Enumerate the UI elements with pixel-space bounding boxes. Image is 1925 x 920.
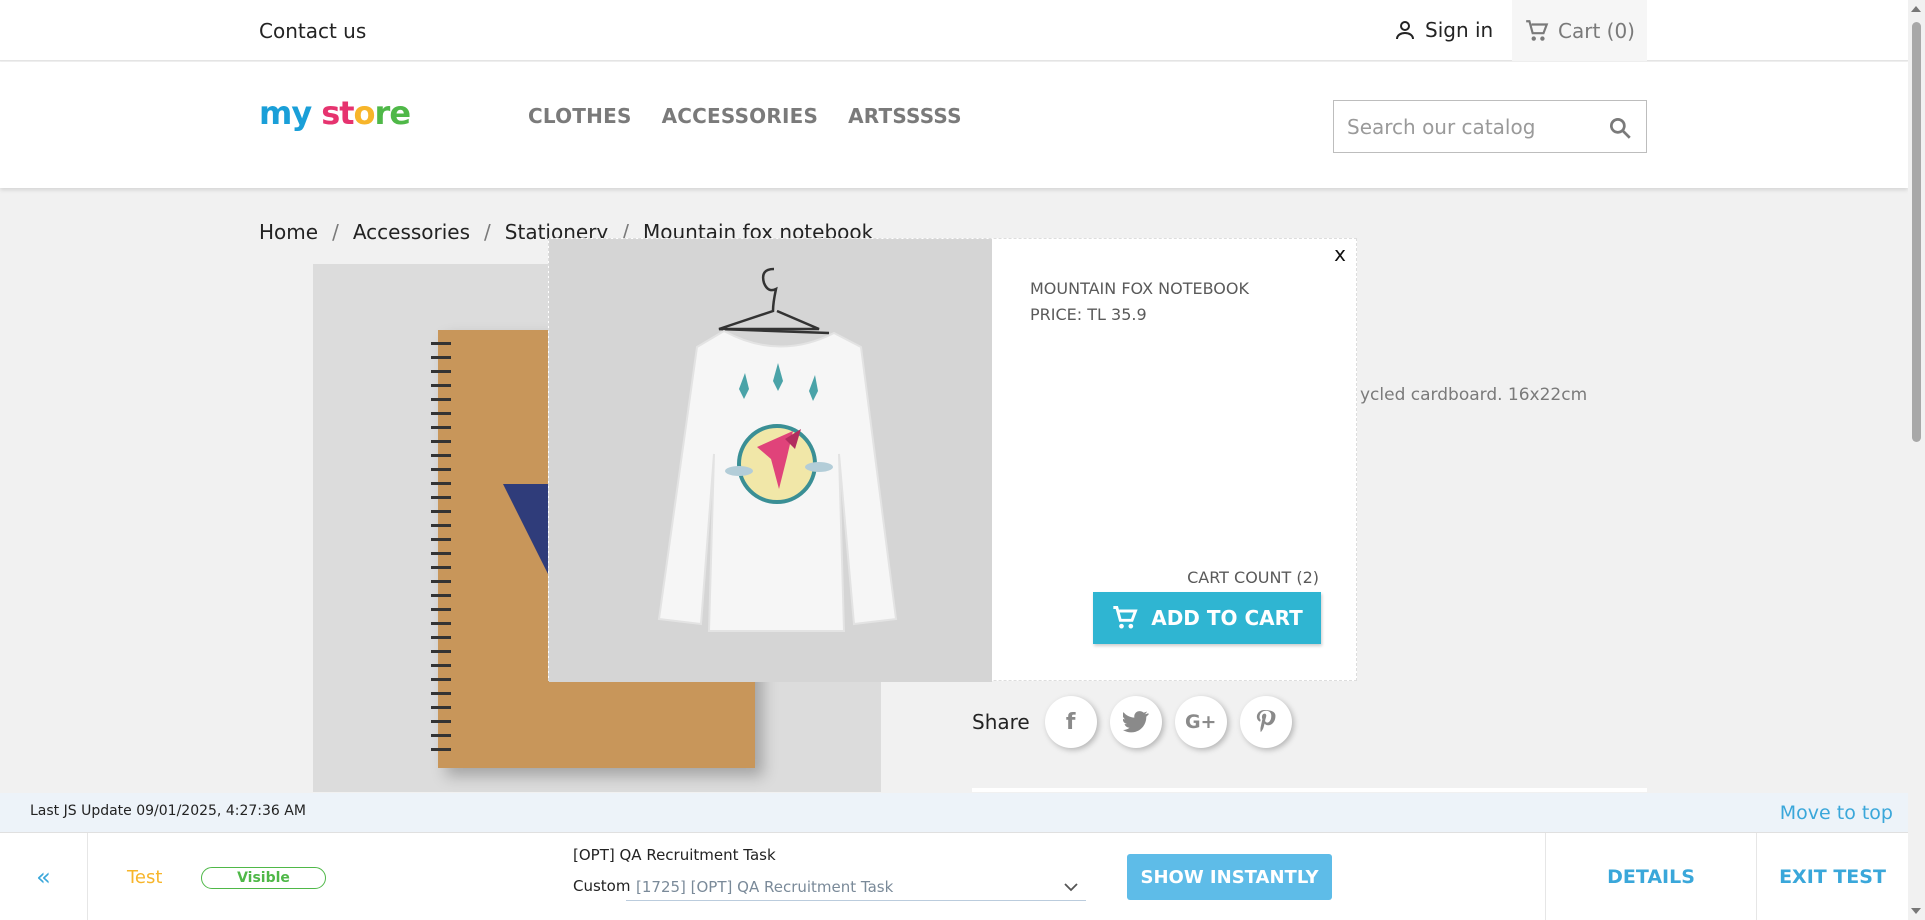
details-button[interactable]: DETAILS xyxy=(1545,833,1757,920)
twitter-icon[interactable] xyxy=(1109,696,1162,748)
modal-product-title: MOUNTAIN FOX NOTEBOOK xyxy=(1030,279,1249,298)
task-select[interactable]: [1725] [OPT] QA Recruitment Task xyxy=(626,873,1086,901)
sign-in-label: Sign in xyxy=(1425,18,1494,42)
product-description: ycled cardboard. 16x22cm xyxy=(1360,385,1588,405)
add-to-cart-label: ADD TO CART xyxy=(1151,606,1303,630)
notebook-spiral xyxy=(431,342,451,762)
nav-item-artsssss[interactable]: ARTSSSSS xyxy=(848,104,962,128)
chevron-down-icon xyxy=(1064,882,1078,891)
modal-product-image xyxy=(549,239,992,682)
modal-cart-count: CART COUNT (2) xyxy=(1187,568,1319,587)
breadcrumb-home[interactable]: Home xyxy=(259,220,318,244)
store-logo[interactable]: my store xyxy=(259,94,411,132)
test-label: Test xyxy=(127,867,163,888)
exit-test-button[interactable]: EXIT TEST xyxy=(1757,833,1908,920)
cart-label: Cart (0) xyxy=(1558,18,1635,43)
search-box xyxy=(1333,100,1647,153)
last-update-text: Last JS Update 09/01/2025, 4:27:36 AM xyxy=(30,803,306,819)
google-plus-icon[interactable]: G+ xyxy=(1174,696,1227,748)
share-section: Share f G+ xyxy=(972,696,1292,748)
add-to-cart-button[interactable]: ADD TO CART xyxy=(1093,592,1321,644)
pinterest-icon[interactable] xyxy=(1239,696,1292,748)
double-chevron-left-icon: « xyxy=(36,863,51,891)
product-divider xyxy=(972,788,1647,792)
modal-product-price: PRICE: TL 35.9 xyxy=(1030,305,1147,324)
tshirt-illustration xyxy=(549,239,992,682)
page-scrollbar[interactable] xyxy=(1908,0,1925,920)
test-toolbar: « Test Visible [OPT] QA Recruitment Task… xyxy=(0,832,1908,920)
scroll-down-arrow[interactable] xyxy=(1911,908,1921,914)
main-nav: CLOTHES ACCESSORIES ARTSSSSS xyxy=(528,104,962,128)
user-icon xyxy=(1396,21,1414,40)
scroll-thumb[interactable] xyxy=(1912,22,1921,442)
cart-button[interactable]: Cart (0) xyxy=(1512,0,1647,61)
facebook-icon[interactable]: f xyxy=(1044,696,1097,748)
search-input[interactable] xyxy=(1334,101,1594,152)
top-bar: Contact us Sign in Cart (0) xyxy=(0,0,1908,61)
modal-close-button[interactable]: x xyxy=(1334,242,1346,266)
search-icon[interactable] xyxy=(1607,115,1633,141)
sign-in-link[interactable]: Sign in xyxy=(1393,18,1493,42)
cart-icon xyxy=(1113,606,1138,629)
breadcrumb-accessories[interactable]: Accessories xyxy=(353,220,470,244)
custom-label: Custom xyxy=(573,877,631,895)
show-instantly-button[interactable]: SHOW INSTANTLY xyxy=(1127,854,1332,900)
site-header: my store CLOTHES ACCESSORIES ARTSSSSS xyxy=(0,62,1908,188)
contact-us-link[interactable]: Contact us xyxy=(259,19,366,43)
scroll-up-arrow[interactable] xyxy=(1911,6,1921,12)
move-to-top-link[interactable]: Move to top xyxy=(1780,802,1893,824)
visible-badge: Visible xyxy=(201,867,326,889)
share-label: Share xyxy=(972,710,1030,734)
nav-item-clothes[interactable]: CLOTHES xyxy=(528,104,632,128)
js-update-bar: Last JS Update 09/01/2025, 4:27:36 AM Mo… xyxy=(0,793,1908,832)
popup-modal: x MOUNTAIN FOX NOTEBOOK PRICE: TL 35.9 C… xyxy=(548,238,1357,682)
task-name: [OPT] QA Recruitment Task xyxy=(573,846,776,864)
collapse-toolbar-button[interactable]: « xyxy=(0,833,88,920)
nav-item-accessories[interactable]: ACCESSORIES xyxy=(662,104,819,128)
cart-icon xyxy=(1526,19,1549,41)
task-select-value: [1725] [OPT] QA Recruitment Task xyxy=(636,877,894,896)
